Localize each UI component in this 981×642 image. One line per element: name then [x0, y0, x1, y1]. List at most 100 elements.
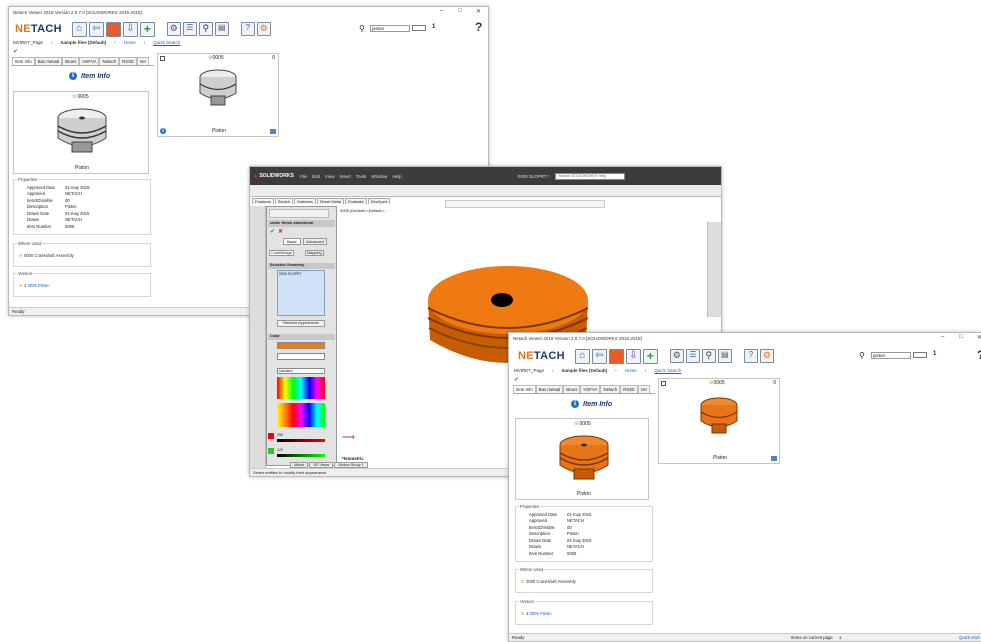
ok-icon[interactable]: ✔	[270, 228, 275, 235]
tab-rs3d[interactable]: RS3D	[620, 385, 638, 393]
home-icon[interactable]: ⌂	[71, 21, 87, 37]
open-model-icon[interactable]	[270, 129, 276, 134]
color-spectrum[interactable]	[277, 403, 325, 427]
select-checkbox[interactable]	[160, 56, 165, 61]
sw-search-input[interactable]: Search SOLIDWORKS Help	[555, 172, 626, 180]
tab-bruns[interactable]: Bruns	[62, 57, 80, 65]
download-icon[interactable]: ⇩	[122, 21, 138, 37]
close-button[interactable]: ✕	[977, 334, 981, 341]
download-icon[interactable]: ⇩	[625, 348, 641, 364]
tab-netach[interactable]: Netach	[600, 385, 621, 393]
maximize-button[interactable]: □	[959, 334, 963, 340]
quick-search-link[interactable]: Quick Search	[654, 368, 681, 373]
home-icon[interactable]: ⌂	[574, 348, 590, 364]
red-slider[interactable]	[277, 439, 325, 442]
mapping-tab[interactable]: Mapping	[305, 250, 324, 256]
crumb-files[interactable]: Sample files (Default)	[562, 368, 608, 373]
sw-menu-item-2[interactable]: View	[325, 174, 335, 179]
search-input[interactable]: piston	[871, 352, 911, 359]
gears-icon[interactable]: ⚙	[256, 22, 271, 36]
help-chat-icon[interactable]: ?	[240, 22, 255, 36]
standard-select[interactable]: standard	[277, 368, 325, 374]
maximize-button[interactable]: □	[458, 8, 462, 14]
selected-geometry-list[interactable]: 0005 SLDPRT	[277, 270, 325, 316]
back-icon[interactable]: ⇦	[591, 348, 607, 364]
color-image-tab[interactable]: Color/Image	[269, 250, 294, 256]
cancel-icon[interactable]: ✘	[278, 228, 283, 235]
settings-icon[interactable]: ⚙	[669, 349, 684, 363]
toggle-switch[interactable]	[913, 352, 927, 358]
tab-item-info[interactable]: Item Info	[12, 57, 35, 65]
tab-ver[interactable]: Ver	[637, 385, 651, 393]
tree-icon[interactable]: ☰	[182, 22, 197, 36]
sw-tab-3[interactable]: Sheet Metal	[316, 198, 345, 204]
minimize-button[interactable]: –	[440, 8, 443, 14]
select-checkbox[interactable]	[661, 381, 666, 386]
sw-menu-item-0[interactable]: File	[300, 174, 307, 179]
add-icon[interactable]: +	[642, 348, 658, 364]
sw-tab-5[interactable]: DimXpert	[367, 198, 391, 204]
settings-icon[interactable]: ⚙	[166, 22, 181, 36]
color-palette[interactable]	[277, 377, 325, 399]
search-input[interactable]: piston	[370, 25, 410, 32]
tab-netach[interactable]: Netach	[99, 57, 120, 65]
edit-icon[interactable]	[608, 348, 624, 364]
grid-card[interactable]: ⚙0005 0 Piston i	[157, 53, 279, 137]
edit-icon[interactable]	[105, 21, 121, 37]
color-field[interactable]	[277, 353, 325, 360]
tab-rs3d[interactable]: RS3D	[119, 57, 137, 65]
crumb-home[interactable]: Home	[124, 40, 136, 45]
tab-hxfva[interactable]: HXFVA	[580, 385, 601, 393]
tree-icon[interactable]: ☰	[685, 349, 700, 363]
crumb-files[interactable]: Sample files (Default)	[61, 40, 107, 45]
sw-menu-item-6[interactable]: Help	[392, 174, 401, 179]
close-button[interactable]: ✕	[476, 8, 481, 15]
help-button[interactable]: ?	[475, 20, 482, 34]
search-icon[interactable]: ⚲	[198, 22, 213, 36]
where-used-item[interactable]: ⚙ 0000 Crankshaft Assembly	[521, 579, 576, 584]
sw-menu-item-3[interactable]: Insert	[340, 174, 351, 179]
pin-icon[interactable]: ✔	[13, 48, 18, 55]
tab-item-info[interactable]: Item Info	[513, 385, 536, 393]
sw-tab-4[interactable]: Evaluate	[345, 198, 367, 204]
sw-tab-2[interactable]: Surfaces	[294, 198, 316, 204]
tab-bruns[interactable]: Bruns	[563, 385, 581, 393]
help-button[interactable]: ?	[977, 348, 981, 362]
green-value[interactable]: 120	[277, 448, 283, 452]
tab-bax-metaal[interactable]: Bax metaal	[34, 57, 63, 65]
search-icon[interactable]: ⚲	[701, 349, 716, 363]
back-icon[interactable]: ⇦	[88, 21, 104, 37]
open-model-icon[interactable]	[771, 456, 777, 461]
sw-menu-item-4[interactable]: Tools	[356, 174, 367, 179]
remove-appearance-button[interactable]: Remove Appearance	[277, 320, 325, 327]
toggle-switch[interactable]	[412, 25, 426, 31]
advanced-tab[interactable]: Advanced	[303, 238, 327, 245]
color-swatch[interactable]	[277, 342, 325, 349]
document-icon[interactable]: ▤	[214, 22, 229, 36]
feature-tree-item[interactable]: 0005 (Default<<Default>...	[340, 208, 387, 213]
tab-bax-metaal[interactable]: Bax metaal	[535, 385, 564, 393]
minimize-button[interactable]: –	[941, 334, 944, 340]
tab-hxfva[interactable]: HXFVA	[79, 57, 100, 65]
sw-tab-0[interactable]: Features	[252, 198, 274, 204]
where-used-item[interactable]: ⚙ 0000 Crankshaft Assembly	[19, 253, 74, 258]
basic-tab[interactable]: Basic	[283, 238, 301, 245]
crumb-page[interactable]: MVIRET_Page	[13, 40, 43, 45]
info-icon[interactable]: i	[160, 128, 166, 134]
pin-icon[interactable]: ✔	[514, 376, 519, 383]
sw-menu-item-5[interactable]: Window	[371, 174, 387, 179]
grid-card[interactable]: ⚙0005 0 Piston	[658, 378, 780, 464]
red-value[interactable]: 255	[277, 433, 283, 437]
add-icon[interactable]: +	[139, 21, 155, 37]
help-chat-icon[interactable]: ?	[743, 349, 758, 363]
quick-search-link[interactable]: Quick Search	[153, 40, 180, 45]
gears-icon[interactable]: ⚙	[759, 349, 774, 363]
green-slider[interactable]	[277, 454, 325, 457]
sw-menu-item-1[interactable]: Edit	[312, 174, 320, 179]
tab-ver[interactable]: Ver	[136, 57, 150, 65]
crumb-home[interactable]: Home	[625, 368, 637, 373]
version-item[interactable]: ⚙ 1 0005 Piston	[19, 283, 50, 288]
sw-tab-1[interactable]: Sketch	[274, 198, 294, 204]
document-icon[interactable]: ▤	[717, 349, 732, 363]
crumb-page[interactable]: MVIRET_Page	[514, 368, 544, 373]
